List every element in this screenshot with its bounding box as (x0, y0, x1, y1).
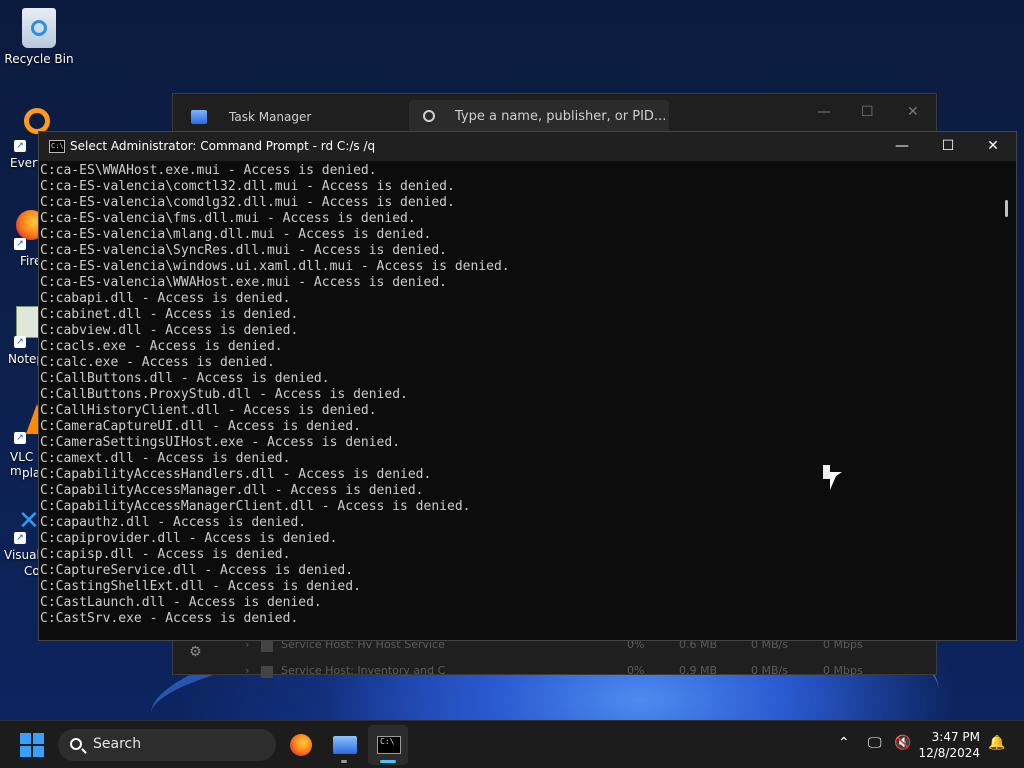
command-prompt-app-icon: C:\ (49, 140, 65, 153)
volume-muted-icon[interactable]: 🔇 (894, 735, 911, 751)
firefox-icon (290, 734, 312, 756)
console-line: C:camext.dll - Access is denied. (40, 451, 291, 466)
console-line: C:CallHistoryClient.dll - Access is deni… (40, 403, 377, 418)
search-icon (70, 738, 82, 750)
taskbar-firefox[interactable] (280, 725, 320, 765)
console-line: C:ca-ES-valencia\windows.ui.xaml.dll.mui… (40, 259, 510, 274)
minimize-button[interactable]: — (879, 132, 925, 161)
windows-logo-tile (33, 733, 44, 744)
settings-gear-icon[interactable]: ⚙ (189, 644, 202, 660)
console-line: C:ca-ES-valencia\comdlg32.dll.mui - Acce… (40, 195, 455, 210)
close-button[interactable]: ✕ (970, 132, 1016, 161)
maximize-icon[interactable]: ☐ (861, 104, 874, 120)
minimize-icon[interactable]: — (817, 104, 831, 120)
notification-bell-icon[interactable]: 🔔 (988, 735, 1005, 751)
taskbar-task-manager[interactable] (324, 725, 364, 765)
command-prompt-titlebar[interactable]: C:\ Select Administrator: Command Prompt… (39, 132, 1016, 161)
task-manager-title: Task Manager (229, 110, 312, 124)
process-memory: 0.9 MB (679, 664, 718, 677)
table-row[interactable]: › Service Host: Inventory and C 0% 0.9 M… (233, 664, 933, 686)
console-line: C:ca-ES-valencia\WWAHost.exe.mui - Acces… (40, 275, 447, 290)
task-manager-search-placeholder: Type a name, publisher, or PID... (455, 109, 667, 124)
search-icon (423, 110, 435, 122)
console-line: C:CallButtons.dll - Access is denied. (40, 371, 330, 386)
console-line: C:ca-ES-valencia\fms.dll.mui - Access is… (40, 211, 416, 226)
console-line: C:ca-ES-valencia\comctl32.dll.mui - Acce… (40, 179, 455, 194)
task-manager-icon (333, 736, 357, 754)
console-line: C:CapabilityAccessHandlers.dll - Access … (40, 467, 432, 482)
table-row[interactable]: › Service Host: Hv Host Service 0% 0.6 M… (233, 638, 933, 660)
console-output[interactable]: C:ca-ES\WWAHost.exe.mui - Access is deni… (39, 161, 999, 641)
clock-date: 12/8/2024 (918, 746, 980, 760)
text-cursor-block (823, 465, 830, 479)
console-line: C:capiprovider.dll - Access is denied. (40, 531, 338, 546)
taskbar-search-label: Search (93, 736, 142, 752)
taskbar-search-box[interactable]: Search (58, 729, 276, 761)
mouse-pointer-icon (830, 472, 842, 490)
start-button[interactable] (20, 733, 44, 757)
show-hidden-icons-chevron-icon[interactable]: ⌃ (838, 735, 850, 751)
console-line: C:CameraCaptureUI.dll - Access is denied… (40, 419, 361, 434)
process-disk: 0 MB/s (751, 664, 788, 677)
running-indicator (341, 760, 347, 763)
network-icon[interactable]: 🖵 (868, 735, 882, 751)
console-line: C:CaptureService.dll - Access is denied. (40, 563, 354, 578)
windows-logo-tile (33, 746, 44, 757)
console-line: C:CastSrv.exe - Access is denied. (40, 611, 299, 626)
console-line: C:CapabilityAccessManager.dll - Access i… (40, 483, 424, 498)
expand-chevron-icon[interactable]: › (245, 664, 249, 677)
taskbar-clock[interactable]: 3:47 PM 12/8/2024 (918, 729, 980, 761)
close-icon[interactable]: ✕ (907, 104, 919, 120)
vscode-label-line1: Visual (4, 548, 40, 562)
console-line: C:ca-ES-valencia\mlang.dll.mui - Access … (40, 227, 432, 242)
command-prompt-icon: C:\ (377, 736, 401, 754)
shortcut-arrow-icon: ↗ (14, 336, 26, 348)
console-line: C:CapabilityAccessManagerClient.dll - Ac… (40, 499, 471, 514)
console-line: C:ca-ES-valencia\SyncRes.dll.mui - Acces… (40, 243, 447, 258)
shortcut-arrow-icon: ↗ (14, 238, 26, 250)
console-line: C:cacls.exe - Access is denied. (40, 339, 283, 354)
windows-logo-tile (20, 746, 31, 757)
active-indicator (380, 760, 396, 763)
console-line: C:calc.exe - Access is denied. (40, 355, 275, 370)
service-icon (261, 640, 273, 652)
taskbar: Search C:\ ⌃ 🖵 🔇 3:47 PM 12/8/2024 🔔 (0, 720, 1024, 768)
console-line: C:CastingShellExt.dll - Access is denied… (40, 579, 361, 594)
shortcut-arrow-icon: ↗ (14, 532, 26, 544)
console-scrollbar-thumb[interactable] (1005, 200, 1008, 217)
shortcut-arrow-icon: ↗ (14, 140, 26, 152)
console-line: C:CallButtons.ProxyStub.dll - Access is … (40, 387, 408, 402)
command-prompt-title: Select Administrator: Command Prompt - r… (70, 139, 376, 153)
console-line: C:cabview.dll - Access is denied. (40, 323, 299, 338)
taskbar-command-prompt[interactable]: C:\ (368, 725, 408, 765)
command-prompt-window[interactable]: C:\ Select Administrator: Command Prompt… (38, 131, 1017, 641)
desktop-icon-recycle-bin[interactable]: Recycle Bin (0, 8, 78, 66)
task-manager-search-input[interactable]: Type a name, publisher, or PID... (409, 100, 669, 134)
console-line: C:cabapi.dll - Access is denied. (40, 291, 291, 306)
service-icon (261, 666, 273, 678)
console-line: C:CameraSettingsUIHost.exe - Access is d… (40, 435, 401, 450)
recycle-bin-icon (22, 8, 56, 48)
console-line: C:ca-ES\WWAHost.exe.mui - Access is deni… (40, 163, 377, 178)
process-network: 0 Mbps (823, 664, 863, 677)
console-line: C:capisp.dll - Access is denied. (40, 547, 291, 562)
console-line: C:CastLaunch.dll - Access is denied. (40, 595, 322, 610)
process-name: Service Host: Inventory and C (281, 664, 446, 677)
task-manager-app-icon (191, 110, 207, 124)
process-cpu: 0% (627, 664, 645, 677)
console-line: C:cabinet.dll - Access is denied. (40, 307, 299, 322)
console-line: C:capauthz.dll - Access is denied. (40, 515, 307, 530)
recycle-bin-label: Recycle Bin (4, 52, 74, 66)
shortcut-arrow-icon: ↗ (14, 432, 26, 444)
clock-time: 3:47 PM (931, 730, 980, 744)
maximize-button[interactable]: ☐ (925, 132, 971, 161)
windows-logo-tile (20, 733, 31, 744)
